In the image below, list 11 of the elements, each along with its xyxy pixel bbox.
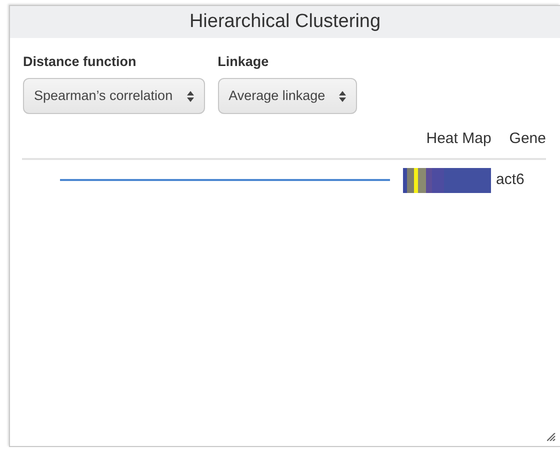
- resize-handle-icon: [547, 433, 556, 441]
- up-down-caret-icon: [339, 90, 346, 102]
- dropdown[interactable]: Spearman’s correlation: [23, 78, 205, 114]
- dropdown[interactable]: Average linkage: [218, 78, 358, 114]
- field-label: Distance function: [23, 53, 138, 71]
- up-down-caret-icon: [186, 90, 194, 102]
- column-header: Gene: [509, 129, 546, 150]
- window-title: Hierarchical Clustering: [189, 10, 381, 34]
- gene-label: act6: [496, 170, 524, 190]
- column-header: Heat Map: [426, 129, 492, 150]
- field-label: Linkage: [218, 53, 270, 71]
